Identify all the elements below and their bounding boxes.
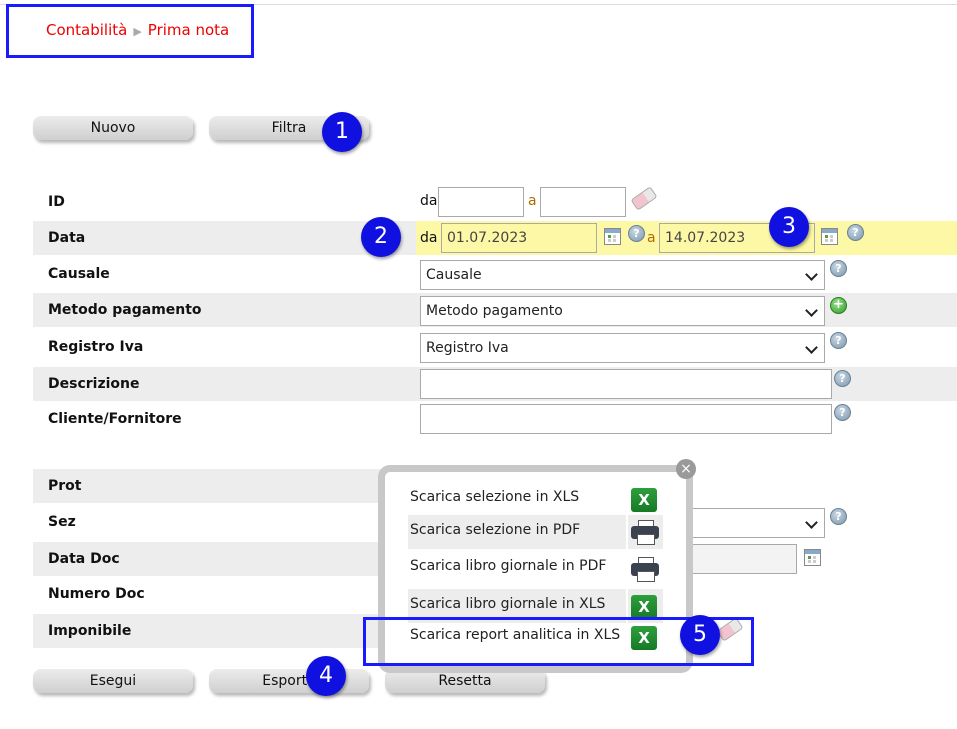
date-from-label: da bbox=[420, 230, 438, 246]
annotation-badge-5: 5 bbox=[680, 615, 720, 655]
causale-select[interactable]: Causale bbox=[420, 260, 825, 290]
vat-register-select[interactable]: Registro Iva bbox=[420, 333, 825, 363]
annotation-badge-3: 3 bbox=[769, 207, 809, 247]
chevron-down-icon bbox=[805, 341, 818, 354]
id-to-label: a bbox=[528, 193, 537, 209]
add-icon[interactable]: + bbox=[830, 297, 847, 314]
export-item-selection-xls[interactable]: Scarica selezione in XLS bbox=[408, 482, 626, 516]
help-icon[interactable]: ? bbox=[830, 508, 847, 525]
printer-icon[interactable] bbox=[631, 520, 659, 545]
payment-method-selected: Metodo pagamento bbox=[426, 303, 563, 319]
id-from-label: da bbox=[420, 193, 438, 209]
calendar-icon[interactable] bbox=[604, 228, 621, 245]
breadcrumb-section[interactable]: Contabilità bbox=[46, 21, 127, 39]
annotation-badge-1: 1 bbox=[322, 112, 362, 152]
excel-icon[interactable]: X bbox=[631, 488, 657, 512]
sez-select[interactable] bbox=[690, 508, 825, 538]
id-to-input[interactable] bbox=[540, 187, 626, 217]
customer-supplier-input[interactable] bbox=[420, 404, 832, 434]
breadcrumb-separator-icon: ▶ bbox=[133, 25, 142, 38]
causale-selected: Causale bbox=[426, 267, 482, 283]
breadcrumb-page[interactable]: Prima nota bbox=[148, 21, 229, 39]
breadcrumb: Contabilità ▶ Prima nota bbox=[46, 21, 229, 39]
chevron-down-icon bbox=[805, 516, 818, 529]
customer-supplier-label: Cliente/Fornitore bbox=[48, 411, 182, 427]
calendar-icon[interactable] bbox=[821, 228, 838, 245]
calendar-icon[interactable] bbox=[804, 549, 821, 566]
description-label: Descrizione bbox=[48, 376, 140, 392]
causale-label: Causale bbox=[48, 266, 110, 282]
date-from-input[interactable]: 01.07.2023 bbox=[441, 223, 597, 253]
run-button[interactable]: Esegui bbox=[33, 669, 193, 693]
doc-date-label: Data Doc bbox=[48, 551, 120, 567]
new-button[interactable]: Nuovo bbox=[33, 116, 193, 140]
annotation-badge-4: 4 bbox=[306, 656, 346, 696]
excel-icon[interactable]: X bbox=[631, 595, 657, 619]
close-icon[interactable]: × bbox=[676, 459, 696, 479]
doc-number-label: Numero Doc bbox=[48, 586, 145, 602]
doc-date-input[interactable] bbox=[690, 544, 797, 574]
payment-method-label: Metodo pagamento bbox=[48, 302, 202, 318]
vat-register-label: Registro Iva bbox=[48, 339, 144, 355]
help-icon[interactable]: ? bbox=[834, 370, 851, 387]
prot-label: Prot bbox=[48, 478, 82, 494]
id-label: ID bbox=[48, 194, 65, 210]
chevron-down-icon bbox=[805, 304, 818, 317]
date-label: Data bbox=[48, 230, 86, 246]
taxable-label: Imponibile bbox=[48, 623, 132, 639]
printer-icon[interactable] bbox=[631, 557, 659, 582]
help-icon[interactable]: ? bbox=[830, 260, 847, 277]
help-icon[interactable]: ? bbox=[830, 332, 847, 349]
help-icon[interactable]: ? bbox=[834, 404, 851, 421]
id-from-input[interactable] bbox=[438, 187, 524, 217]
sez-label: Sez bbox=[48, 514, 76, 530]
description-input[interactable] bbox=[420, 369, 832, 399]
date-to-label: a bbox=[647, 230, 656, 246]
export-item-journal-pdf[interactable]: Scarica libro giornale in PDF bbox=[408, 551, 626, 585]
help-icon[interactable]: ? bbox=[847, 224, 864, 241]
annotation-badge-2: 2 bbox=[361, 217, 401, 257]
vat-register-selected: Registro Iva bbox=[426, 340, 509, 356]
payment-method-select[interactable]: Metodo pagamento bbox=[420, 296, 825, 326]
chevron-down-icon bbox=[805, 268, 818, 281]
help-icon[interactable]: ? bbox=[628, 225, 645, 242]
export-item-selection-pdf[interactable]: Scarica selezione in PDF bbox=[408, 515, 626, 549]
